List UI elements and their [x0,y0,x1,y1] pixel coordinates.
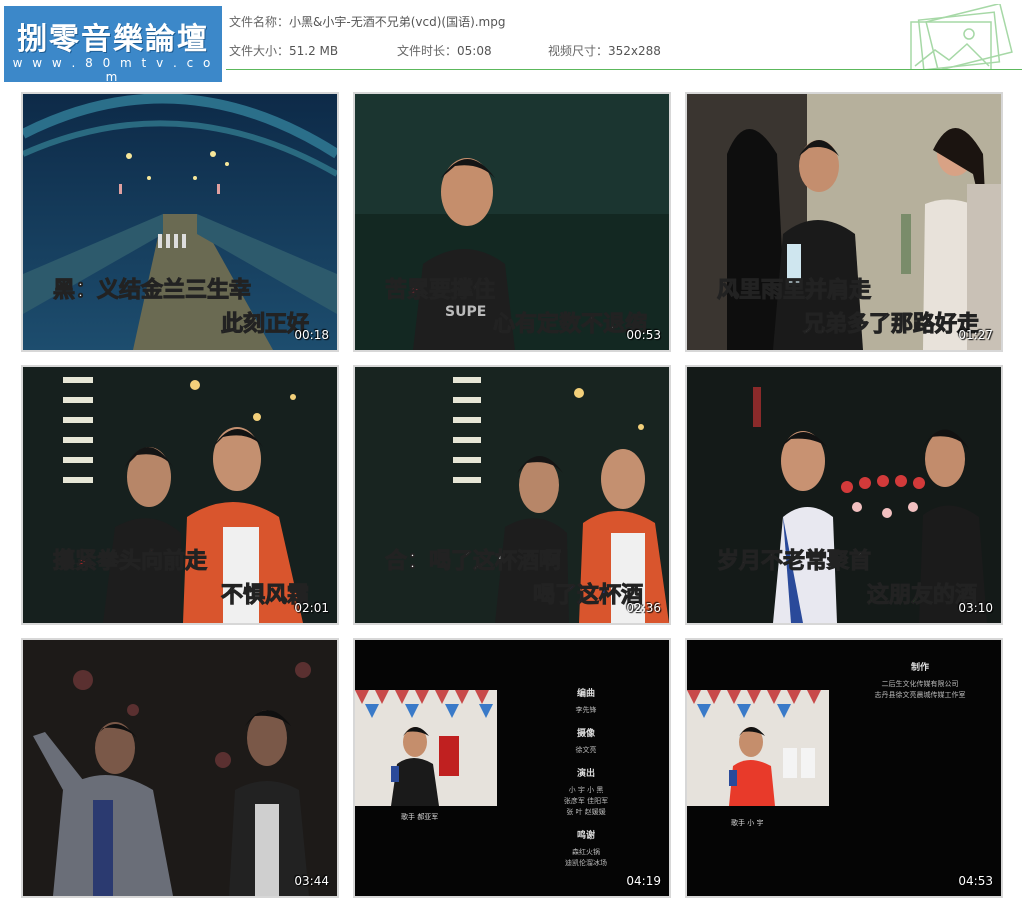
singer-photo-art [355,690,497,806]
credit-heading: 摄像 [576,729,595,739]
singer-photo [687,690,829,806]
file-size-label: 文件大小： [229,44,290,58]
lyric-text: ：喝了这杯酒啊 [407,549,562,575]
site-logo[interactable]: 捌零音樂論壇 w w w . 8 0 m t v . c o m [4,6,222,84]
file-name-value: 小黑&小宇-无酒不兄弟(vcd)(国语).mpg [289,15,506,29]
header-divider [226,69,1022,70]
thumbnail-2[interactable]: SUPE 苦累要撑住 心有定数不退缩 00:53 [353,92,671,352]
thumbnail-9[interactable]: 歌手 小 宇 制作 二后生文化传媒有限公司 志丹县徐文亮晨城传媒工作室 04:5… [685,638,1003,898]
timestamp: 02:01 [294,601,329,615]
dark-night-two-men-scene [23,640,337,896]
singer-caption: 歌手 郝亚军 [401,813,439,821]
picture-frames-icon [910,4,1013,70]
singer-caption: 歌手 小 宇 [731,819,764,827]
file-size-row: 文件大小：51.2 MB [229,42,338,59]
thumbnail-3[interactable]: 风里雨里并肩走 兄弟多了那路好走 01:27 [685,92,1003,352]
lyric-line-1: 黑：义结金兰三生幸 [52,272,252,304]
credit-heading: 鸣谢 [576,831,595,841]
duration-row: 文件时长：05:08 [397,42,492,59]
timestamp: 04:19 [626,874,661,888]
lyric-highlight: 苦 [384,278,408,304]
credit-names: 徐文亮 [575,746,597,754]
lyric-line-1: 攥紧拳头向前走 [52,549,208,575]
lyric-line-1: 岁月不老常聚首 [716,549,872,575]
thumbnail-8[interactable]: 歌手 郝亚军 编曲 李先锋 摄像 徐文亮 演出 小 宇 小 黑 张彦军 佳阳军 … [353,638,671,898]
logo-title: 捌零音樂論壇 [17,22,209,57]
credit-heading: 制作 [910,663,929,673]
credits-list: 制作 二后生文化传媒有限公司 志丹县徐文亮晨城传媒工作室 [865,654,975,711]
lyric-singer: 合 [384,549,408,575]
singer-photo [355,690,497,806]
dimensions-row: 视频尺寸：352x288 [548,42,661,59]
file-name-row: 文件名称：小黑&小宇-无酒不兄弟(vcd)(国语).mpg [229,13,506,30]
lyric-line-1: 风里雨里并肩走 [716,272,872,304]
timestamp: 02:36 [626,601,661,615]
credit-names: 二后生文化传媒有限公司 志丹县徐文亮晨城传媒工作室 [874,680,966,699]
thumbnail-1[interactable]: 黑：义结金兰三生幸 此刻正好 00:18 [21,92,339,352]
thumbnail-5[interactable]: 合：喝了这杯酒啊 喝了这杯酒 02:36 [353,365,671,625]
timestamp: 00:18 [294,328,329,342]
timestamp: 01:27 [958,328,993,342]
lyric-text: 并肩走 [805,278,872,304]
dimensions-label: 视频尺寸： [548,44,609,58]
lyric-highlight: 风里雨里 [716,278,806,304]
credit-names: 森红火锅 迪凯伦溜冰场 [565,848,607,867]
lyric-line-1: 苦累要撑住 [384,272,496,304]
shirt-print: SUPE [445,304,486,320]
duration-value: 05:08 [457,44,492,58]
lyric-singer: 黑 [52,278,76,304]
timestamp: 00:53 [626,328,661,342]
lyric-line-2: 心有定数不退缩 [492,312,648,338]
credit-heading: 演出 [576,769,595,779]
credit-names: 小 宇 小 黑 张彦军 佳阳军 张 叶 赵媛媛 [563,786,609,816]
file-name-label: 文件名称： [229,15,290,29]
file-size-value: 51.2 MB [289,44,339,58]
logo-url: w w w . 8 0 m t v . c o m [12,56,214,84]
credits-list: 编曲 李先锋 摄像 徐文亮 演出 小 宇 小 黑 张彦军 佳阳军 张 叶 赵媛媛… [541,680,631,879]
lyric-line-1: 合：喝了这杯酒啊 [384,543,562,575]
timestamp: 03:44 [294,874,329,888]
lyric-highlight-2: 累 [407,278,430,304]
lyric-text: 要撑住 [429,278,496,304]
lyric-text: ：义结金兰三生幸 [75,278,252,304]
credit-names: 李先锋 [575,706,597,714]
thumbnail-4[interactable]: 攥紧拳头向前走 不惧风霜 02:01 [21,365,339,625]
thumbnail-7[interactable]: 03:44 [21,638,339,898]
credit-heading: 编曲 [576,689,595,699]
timestamp: 03:10 [958,601,993,615]
dimensions-value: 352x288 [608,44,661,58]
lyric-line-2: 兄弟多了那路好走 [802,312,980,338]
singer-photo-art [687,690,829,806]
thumbnail-6[interactable]: 岁月不老常聚首 这朋友的酒 03:10 [685,365,1003,625]
timestamp: 04:53 [958,874,993,888]
duration-label: 文件时长： [397,44,458,58]
